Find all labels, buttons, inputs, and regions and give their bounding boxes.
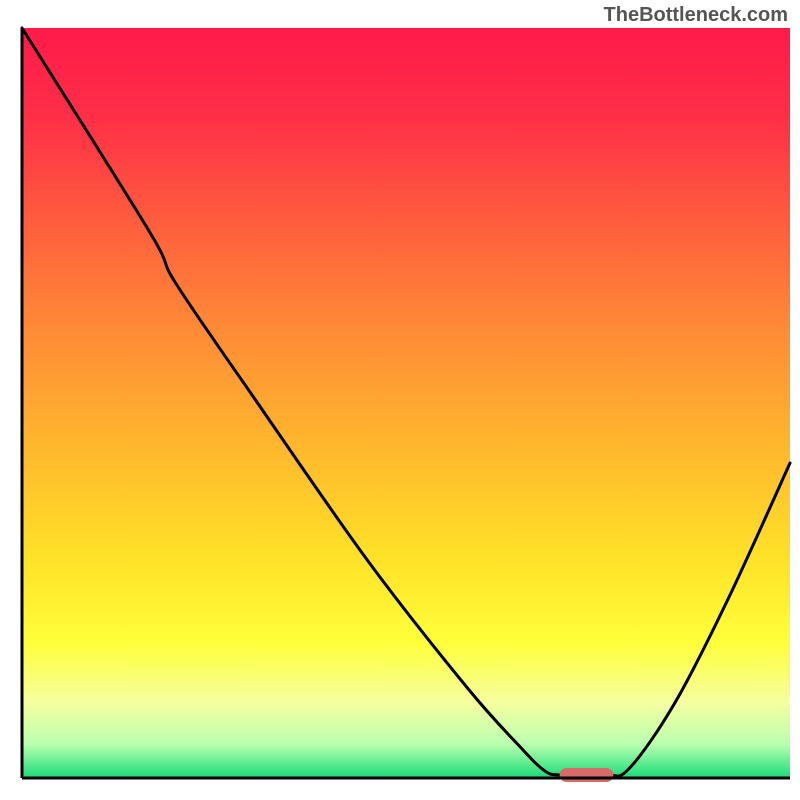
- chart-background: [22, 28, 790, 778]
- watermark-text: TheBottleneck.com: [604, 4, 788, 27]
- chart-svg: [0, 0, 800, 800]
- optimal-range-marker: [560, 768, 614, 782]
- bottleneck-chart: [0, 0, 800, 800]
